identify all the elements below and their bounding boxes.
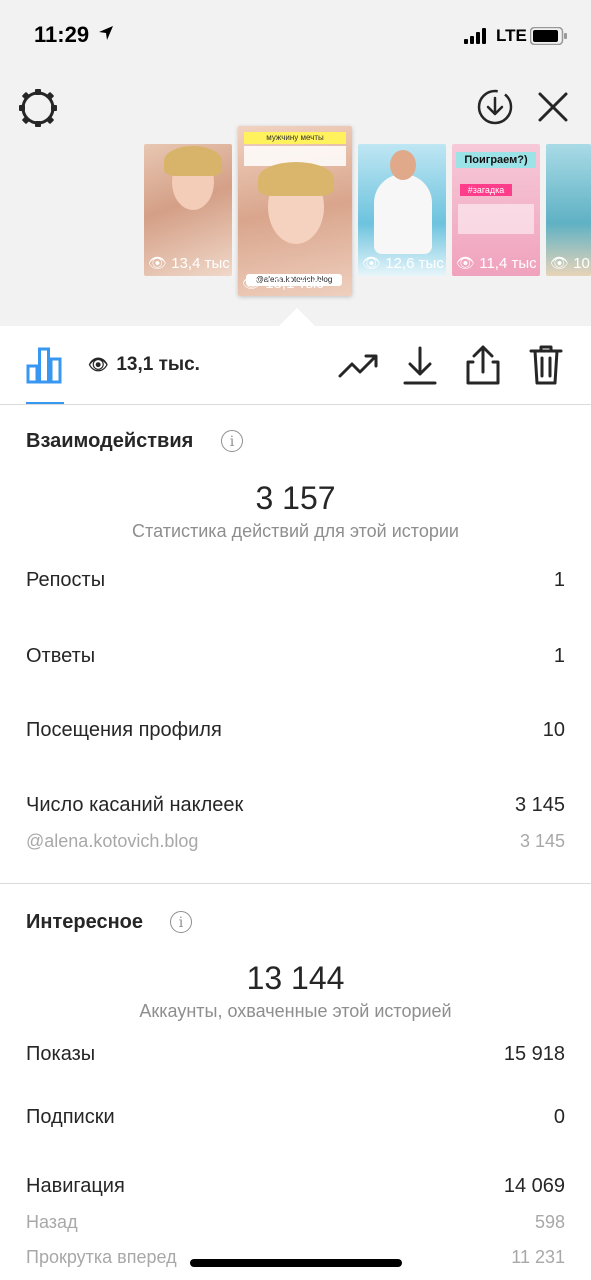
view-count: 👁 13,1 тыс xyxy=(242,274,324,292)
selection-pointer xyxy=(279,308,315,326)
row-value: 11 231 xyxy=(511,1247,565,1267)
views-label: 13,1 тыс. xyxy=(116,354,200,375)
row-label: Прокрутка вперед xyxy=(26,1247,177,1267)
caption-text: мужчину мечты xyxy=(266,133,324,142)
share-icon[interactable] xyxy=(465,344,501,386)
caption-band: мужчину мечты xyxy=(244,132,346,144)
section-divider xyxy=(0,883,591,884)
info-icon[interactable]: i xyxy=(170,911,192,933)
tag-text: #загадка xyxy=(467,185,505,195)
eye-icon: 👁 xyxy=(242,275,262,292)
views-count: 👁 13,1 тыс. xyxy=(88,354,200,376)
row-label: @alena.kotovich.blog xyxy=(26,831,199,851)
person-shape xyxy=(374,174,432,254)
story-thumbnails: 👁 13,4 тыс мужчину мечты @alena.kotovich… xyxy=(0,126,591,306)
hair-shape xyxy=(258,162,334,196)
row-label: Репосты xyxy=(26,569,106,591)
close-icon[interactable] xyxy=(536,90,570,124)
active-tab-indicator xyxy=(26,402,64,404)
discovery-title: Интересное xyxy=(26,911,143,933)
game-title-text: Поиграем?) xyxy=(464,154,528,166)
row-value: 3 145 xyxy=(514,794,565,816)
discovery-subtitle: Аккаунты, охваченные этой историей xyxy=(139,1001,452,1021)
face-shape xyxy=(390,150,416,180)
row-label: Назад xyxy=(26,1212,78,1232)
eye-icon: 👁 xyxy=(88,357,109,374)
story-thumbnail[interactable]: 👁 13,4 тыс xyxy=(144,144,232,276)
view-count-label: 12,6 тыс xyxy=(385,255,444,272)
row-value: 1 xyxy=(553,645,565,667)
story-thumbnail-selected[interactable]: мужчину мечты @alena.kotovich.blog 👁 13,… xyxy=(238,126,352,296)
hair-shape xyxy=(164,146,222,176)
view-count: 👁 12,6 тыс xyxy=(362,254,444,272)
view-count-label: 10, xyxy=(573,255,591,272)
row-value: 10 xyxy=(542,719,565,741)
row-value: 15 918 xyxy=(503,1043,565,1065)
view-count: 👁 13,4 тыс xyxy=(148,254,230,272)
story-thumbnail[interactable]: 👁 12,6 тыс xyxy=(358,144,446,276)
row-label: Число касаний наклеек xyxy=(26,794,244,816)
location-arrow-icon xyxy=(99,26,113,40)
row-label: Навигация xyxy=(26,1175,125,1197)
trash-icon[interactable] xyxy=(529,344,563,386)
row-value: 598 xyxy=(534,1212,565,1232)
status-time: 11:29 xyxy=(34,22,90,47)
view-count-label: 13,4 тыс xyxy=(171,255,230,272)
eye-icon: 👁 xyxy=(550,255,570,272)
story-thumbnail[interactable]: Поиграем?) #загадка 👁 11,4 тыс xyxy=(452,144,540,276)
row-value: 14 069 xyxy=(503,1175,565,1197)
discovery-total: 13 144 xyxy=(246,960,345,996)
view-count: 👁 11,4 тыс xyxy=(456,254,537,272)
row-value: 0 xyxy=(553,1106,565,1128)
trending-icon[interactable] xyxy=(338,352,378,380)
network-label: LTE xyxy=(496,26,527,45)
info-icon[interactable]: i xyxy=(221,430,243,452)
download-circle-icon[interactable] xyxy=(476,88,514,126)
row-value: 1 xyxy=(553,569,565,591)
row-label: Показы xyxy=(26,1043,96,1065)
eye-icon: 👁 xyxy=(148,255,168,272)
eye-icon: 👁 xyxy=(362,255,382,272)
game-title-sticker: Поиграем?) xyxy=(456,152,536,168)
home-indicator[interactable] xyxy=(190,1259,402,1267)
story-thumbnail[interactable]: 👁 10, xyxy=(546,144,591,276)
row-label: Ответы xyxy=(26,645,96,667)
interactions-title: Взаимодействия xyxy=(26,430,194,452)
eye-icon: 👁 xyxy=(456,255,476,272)
interactions-subtitle: Статистика действий для этой истории xyxy=(132,521,459,541)
signal-icon xyxy=(464,28,486,44)
status-bar: 11:29 LTE xyxy=(0,0,591,72)
text-block xyxy=(458,204,534,234)
bar-chart-icon[interactable] xyxy=(26,346,62,384)
row-value: 3 145 xyxy=(519,831,565,851)
interactions-total: 3 157 xyxy=(255,480,336,516)
row-label: Посещения профиля xyxy=(26,719,222,741)
tag-sticker: #загадка xyxy=(460,184,512,196)
story-toolbar: 👁 13,1 тыс. xyxy=(0,326,591,405)
download-icon[interactable] xyxy=(403,346,437,386)
gear-icon[interactable] xyxy=(18,88,58,128)
view-count: 👁 10, xyxy=(550,254,591,272)
view-count-label: 11,4 тыс xyxy=(479,255,537,272)
row-label: Подписки xyxy=(26,1106,115,1128)
view-count-label: 13,1 тыс xyxy=(265,275,324,292)
battery-icon xyxy=(530,27,567,45)
